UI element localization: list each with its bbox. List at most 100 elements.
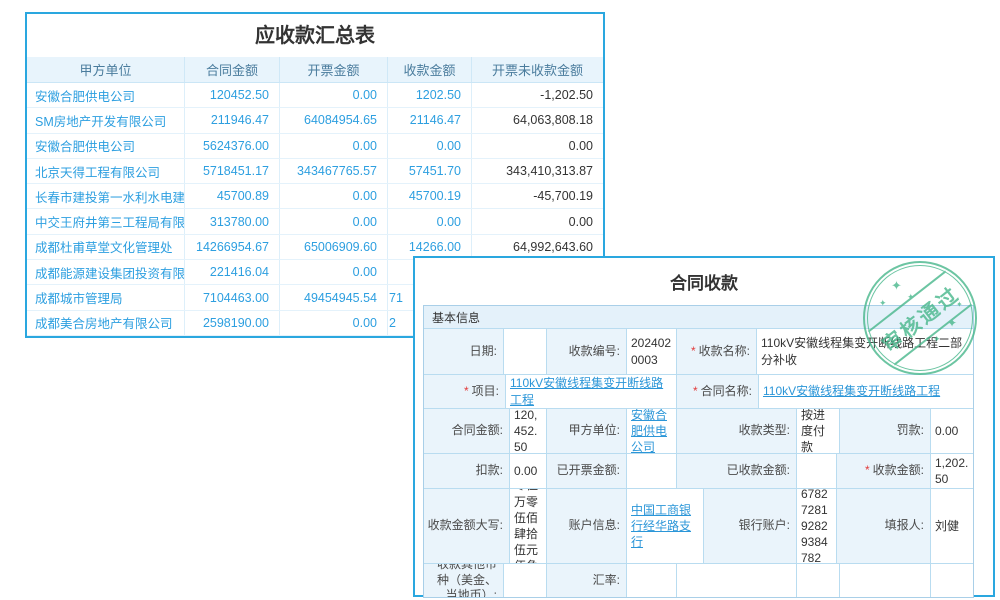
form-row-currency: 收款其他币种（美金、当地币）: 汇率: — [424, 563, 973, 597]
invoiced-amount-cell: 0.00 — [280, 209, 388, 233]
date-label: 日期: — [424, 328, 503, 374]
received-amount-cell: 21146.47 — [388, 108, 472, 132]
contract-name-label: * 合同名称: — [676, 374, 758, 408]
required-icon: * — [691, 344, 696, 360]
other-currency-label: 收款其他币种（美金、当地币）: — [424, 563, 503, 597]
required-icon: * — [464, 384, 469, 400]
client-link[interactable]: 北京天得工程有限公司 — [27, 159, 185, 183]
contract-amount-cell: 7104463.00 — [185, 285, 280, 309]
client-link[interactable]: 成都能源建设集团投资有限公司 — [27, 260, 185, 284]
receipt-name-field: 110kV安徽线程集变开断线路工程二部分补收 — [756, 328, 973, 374]
amount-in-words-label: 收款金额大写: — [424, 488, 509, 563]
col-header-invoiced-unpaid: 开票未收款金额 — [472, 57, 603, 82]
contract-amount-cell: 313780.00 — [185, 209, 280, 233]
client-link[interactable]: 中交王府井第三工程局有限公司 — [27, 209, 185, 233]
contract-amount-cell: 2598190.00 — [185, 311, 280, 335]
invoiced-amount-cell: 65006909.60 — [280, 235, 388, 259]
receipt-type-label: 收款类型: — [676, 408, 796, 453]
invoiced-amount-cell: 0.00 — [280, 311, 388, 335]
contract-amount-field: 120,452.50 — [509, 408, 546, 453]
contract-amount-cell: 5624376.00 — [185, 134, 280, 158]
deduction-label: 扣款: — [424, 453, 509, 488]
table-row: SM房地产开发有限公司 211946.47 64084954.65 21146.… — [27, 108, 603, 133]
section-basic-info: 基本信息 — [424, 306, 973, 328]
invoiced-amount-cell: 343467765.57 — [280, 159, 388, 183]
table-row: 长春市建投第一水利水电建设有限公司 45700.89 0.00 45700.19… — [27, 184, 603, 209]
detail-title: 合同收款 — [415, 269, 993, 294]
empty-cell — [930, 563, 973, 597]
contract-amount-cell: 120452.50 — [185, 83, 280, 107]
bank-account-field: 6782728192829384782 — [796, 488, 836, 563]
client-link[interactable]: 安徽合肥供电公司 — [27, 134, 185, 158]
invoiced-unpaid-cell: 0.00 — [472, 134, 603, 158]
form-row-contract-amount: 合同金额: 120,452.50 甲方单位: 安徽合肥供电公司 收款类型: 按进… — [424, 408, 973, 453]
table-row: 北京天得工程有限公司 5718451.17 343467765.57 57451… — [27, 159, 603, 184]
invoiced-amount-label: 已开票金额: — [546, 453, 626, 488]
other-currency-field — [503, 563, 546, 597]
col-header-received-amount: 收款金额 — [388, 57, 472, 82]
received-amount-field — [796, 453, 836, 488]
account-info-field: 中国工商银行经华路支行 — [626, 488, 703, 563]
col-header-invoiced-amount: 开票金额 — [280, 57, 388, 82]
basic-info-table: 基本信息 日期: 收款编号: 2024020003 * 收款名称: 110kV安… — [423, 305, 974, 598]
table-row: 安徽合肥供电公司 5624376.00 0.00 0.00 0.00 — [27, 134, 603, 159]
received-amount-cell: 0.00 — [388, 209, 472, 233]
client-link[interactable]: 成都美合房地产有限公司 — [27, 311, 185, 335]
empty-cell — [839, 563, 930, 597]
client-link[interactable]: 长春市建投第一水利水电建设有限公司 — [27, 184, 185, 208]
summary-title: 应收款汇总表 — [27, 14, 603, 57]
col-header-contract-amount: 合同金额 — [185, 57, 280, 82]
receipt-name-label: * 收款名称: — [676, 328, 756, 374]
invoiced-amount-cell: 0.00 — [280, 134, 388, 158]
project-link[interactable]: 110kV安徽线程集变开断线路工程 — [510, 375, 672, 407]
client-link[interactable]: 成都杜甫草堂文化管理处 — [27, 235, 185, 259]
contract-amount-cell: 45700.89 — [185, 184, 280, 208]
contract-amount-label: 合同金额: — [424, 408, 509, 453]
contract-receipt-panel: 合同收款 基本信息 日期: 收款编号: 2024020003 * 收款名称: 1… — [413, 256, 995, 597]
amount-in-words-field: 玖佰零伍万零伍佰肆拾伍元伍角整 — [509, 488, 546, 563]
account-info-label: 账户信息: — [546, 488, 626, 563]
party-a-field: 安徽合肥供电公司 — [626, 408, 676, 453]
form-row-date: 日期: 收款编号: 2024020003 * 收款名称: 110kV安徽线程集变… — [424, 328, 973, 374]
client-link[interactable]: 成都城市管理局 — [27, 285, 185, 309]
invoiced-unpaid-cell: -1,202.50 — [472, 83, 603, 107]
exchange-rate-field — [626, 563, 676, 597]
table-row: 安徽合肥供电公司 120452.50 0.00 1202.50 -1,202.5… — [27, 83, 603, 108]
receipt-no-label: 收款编号: — [546, 328, 626, 374]
col-header-client: 甲方单位 — [27, 57, 185, 82]
empty-cell — [676, 563, 796, 597]
invoiced-amount-field — [626, 453, 676, 488]
received-amount-cell: 1202.50 — [388, 83, 472, 107]
exchange-rate-label: 汇率: — [546, 563, 626, 597]
client-link[interactable]: SM房地产开发有限公司 — [27, 108, 185, 132]
account-info-link[interactable]: 中国工商银行经华路支行 — [631, 502, 699, 551]
client-link[interactable]: 安徽合肥供电公司 — [27, 83, 185, 107]
contract-amount-cell: 5718451.17 — [185, 159, 280, 183]
contract-amount-cell: 14266954.67 — [185, 235, 280, 259]
receipt-amount-field: 1,202.50 — [930, 453, 973, 488]
table-row: 中交王府井第三工程局有限公司 313780.00 0.00 0.00 0.00 — [27, 209, 603, 234]
form-row-account: 收款金额大写: 玖佰零伍万零伍佰肆拾伍元伍角整 账户信息: 中国工商银行经华路支… — [424, 488, 973, 563]
invoiced-unpaid-cell: 343,410,313.87 — [472, 159, 603, 183]
contract-name-link[interactable]: 110kV安徽线程集变开断线路工程 — [763, 383, 940, 399]
invoiced-amount-cell: 0.00 — [280, 83, 388, 107]
required-icon: * — [693, 384, 698, 400]
received-amount-cell: 57451.70 — [388, 159, 472, 183]
summary-table-header: 甲方单位 合同金额 开票金额 收款金额 开票未收款金额 — [27, 57, 603, 83]
party-a-link[interactable]: 安徽合肥供电公司 — [631, 408, 672, 453]
contract-amount-cell: 221416.04 — [185, 260, 280, 284]
invoiced-amount-cell: 0.00 — [280, 260, 388, 284]
bank-account-label: 银行账户: — [703, 488, 796, 563]
date-field — [503, 328, 546, 374]
penalty-field: 0.00 — [930, 408, 973, 453]
filler-label: 填报人: — [836, 488, 930, 563]
receipt-amount-label: * 收款金额: — [836, 453, 930, 488]
received-amount-cell: 45700.19 — [388, 184, 472, 208]
project-label: * 项目: — [424, 374, 505, 408]
invoiced-amount-cell: 0.00 — [280, 184, 388, 208]
invoiced-unpaid-cell: -45,700.19 — [472, 184, 603, 208]
received-amount-cell: 0.00 — [388, 134, 472, 158]
required-icon: * — [865, 463, 870, 479]
penalty-label: 罚款: — [839, 408, 930, 453]
invoiced-amount-cell: 64084954.65 — [280, 108, 388, 132]
